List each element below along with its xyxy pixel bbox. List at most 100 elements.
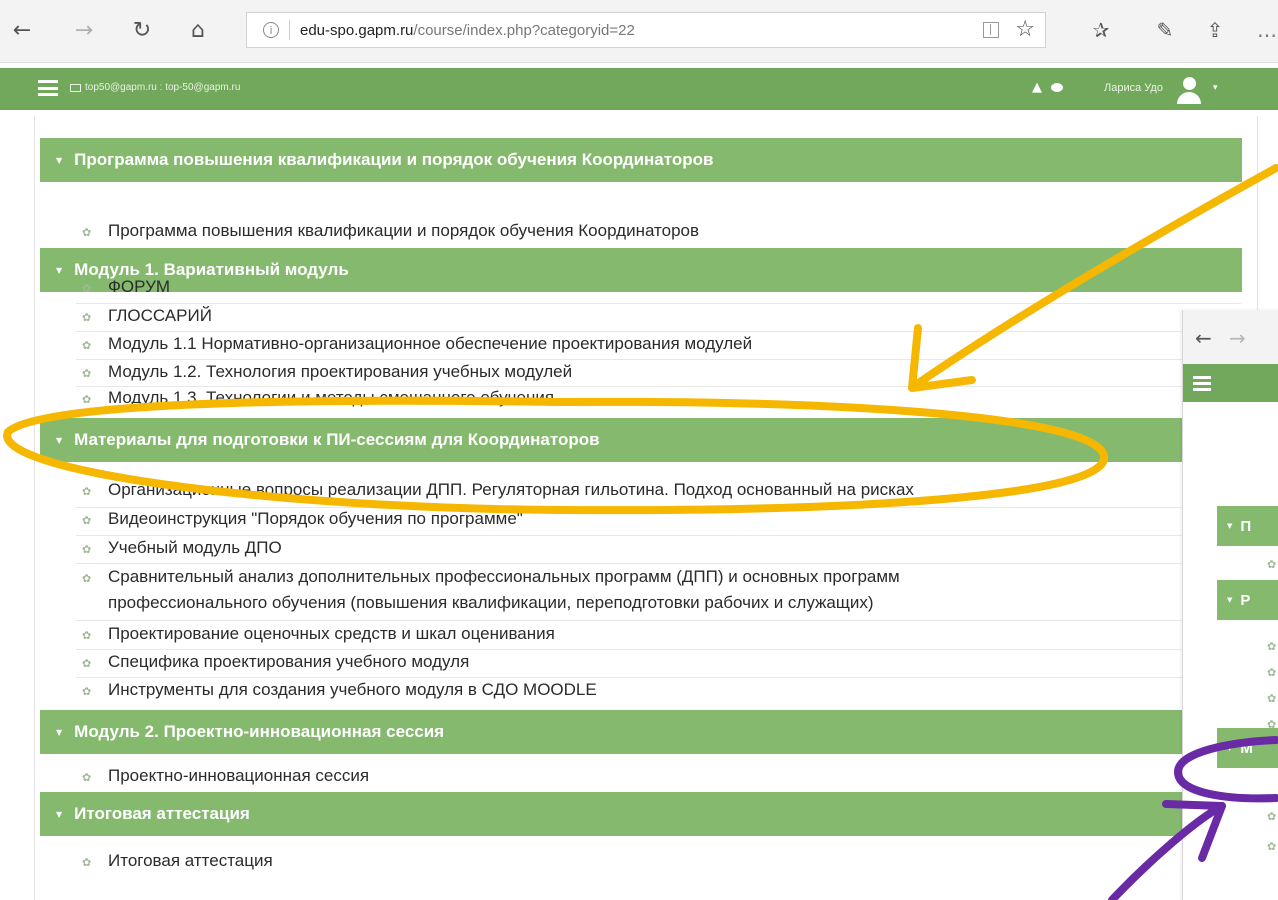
course-title: Видеоинструкция "Порядок обучения по про…: [108, 509, 523, 528]
navbar-email[interactable]: top50@gapm.ru : top-50@gapm.ru: [70, 82, 240, 93]
course-item[interactable]: ✿ Итоговая аттестация: [82, 849, 273, 875]
collapse-caret-icon: ▼: [56, 809, 63, 819]
section-title: Итоговая аттестация: [74, 804, 250, 823]
user-menu-caret-icon[interactable]: ▾: [1213, 83, 1218, 93]
collapse-caret-icon: ▼: [56, 155, 63, 165]
overlay-course-icon: ✿: [1267, 692, 1277, 705]
refresh-button[interactable]: ↻: [126, 14, 158, 46]
course-icon: ✿: [82, 771, 92, 784]
add-favorite-star-icon[interactable]: ☆: [1015, 17, 1035, 42]
collapse-caret-icon: ▼: [56, 265, 63, 275]
overlay-course-icon: ✿: [1267, 558, 1277, 571]
course-item[interactable]: ✿ ФОРУМ: [82, 275, 170, 301]
course-icon: ✿: [82, 282, 92, 295]
menu-hamburger-icon[interactable]: [38, 80, 58, 96]
overlay-section-letter: П: [1240, 517, 1252, 535]
navbar-email-text: top50@gapm.ru : top-50@gapm.ru: [85, 82, 241, 93]
course-title: Модуль 1.2. Технология проектирования уч…: [108, 362, 573, 381]
section-title: Материалы для подготовки к ПИ-сессиям дл…: [74, 430, 600, 449]
course-title: Организационные вопросы реализации ДПП. …: [108, 480, 914, 499]
course-item[interactable]: ✿ Инструменты для создания учебного модул…: [82, 678, 597, 704]
notification-bell-icon[interactable]: ▲: [1032, 80, 1042, 95]
overlay-section-letter: Р: [1240, 591, 1251, 609]
overlapping-screenshot: ← → ▼ П ✿ ▼ Р ✿ ✿ ✿ ✿ ▼ М ✿ ✿: [1182, 310, 1278, 900]
url-host: edu-spo.gapm.ru: [300, 21, 414, 39]
web-note-pen-icon[interactable]: ✎: [1150, 15, 1180, 45]
address-bar[interactable]: i edu-spo.gapm.ru/course/index.php?categ…: [246, 12, 1046, 48]
course-title: Проектирование оценочных средств и шкал …: [108, 624, 555, 643]
overlay-browser-toolbar: ← →: [1183, 310, 1278, 368]
course-item[interactable]: ✿ Специфика проектирования учебного модул…: [82, 650, 469, 676]
course-item[interactable]: ✿ Учебный модуль ДПО: [82, 536, 282, 562]
course-item[interactable]: ✿ Модуль 1.3. Технологии и методы смешанн…: [82, 386, 554, 412]
address-divider: [289, 20, 290, 40]
overlay-section-header: ▼ Р: [1217, 580, 1278, 620]
overlay-section-header: ▼ П: [1217, 506, 1278, 546]
course-icon: ✿: [82, 572, 92, 585]
back-button[interactable]: ←: [6, 14, 38, 46]
course-item[interactable]: ✿ Видеоинструкция "Порядок обучения по пр…: [82, 507, 523, 533]
overlay-section-header: ▼ М: [1217, 728, 1278, 768]
browser-toolbar: ← → ↻ ⌂ i edu-spo.gapm.ru/course/index.p…: [0, 0, 1278, 63]
course-title-continued: профессионального обучения (повышения кв…: [108, 593, 874, 612]
course-icon: ✿: [82, 339, 92, 352]
overlay-course-icon: ✿: [1267, 666, 1277, 679]
reading-view-icon[interactable]: [983, 22, 999, 38]
course-icon: ✿: [82, 657, 92, 670]
course-title: Сравнительный анализ дополнительных проф…: [108, 567, 900, 586]
course-icon: ✿: [82, 856, 92, 869]
course-item[interactable]: ✿ Программа повышения квалификации и поря…: [82, 219, 699, 245]
overlay-caret-icon: ▼: [1227, 522, 1233, 530]
course-icon: ✿: [82, 311, 92, 324]
section-header-coordinators-program[interactable]: ▼ Программа повышения квалификации и пор…: [40, 138, 1242, 182]
site-navbar: top50@gapm.ru : top-50@gapm.ru ▲ Лариса …: [0, 68, 1278, 110]
site-info-icon[interactable]: i: [263, 22, 279, 38]
refresh-icon: ↻: [132, 17, 152, 43]
course-title: Итоговая аттестация: [108, 851, 273, 870]
item-divider: [76, 563, 1242, 564]
course-title: Учебный модуль ДПО: [108, 538, 282, 557]
user-avatar[interactable]: [1174, 74, 1204, 104]
course-item[interactable]: ✿ Организационные вопросы реализации ДПП.…: [82, 478, 914, 504]
overlay-caret-icon: ▼: [1227, 744, 1233, 752]
overlay-course-icon: ✿: [1267, 640, 1277, 653]
course-icon: ✿: [82, 514, 92, 527]
collapse-caret-icon: ▼: [56, 727, 63, 737]
course-icon: ✿: [82, 629, 92, 642]
section-header-pi-session-materials[interactable]: ▼ Материалы для подготовки к ПИ-сессиям …: [40, 418, 1242, 462]
forward-button[interactable]: →: [68, 14, 100, 46]
course-item[interactable]: ✿ Проектно-инновационная сессия: [82, 764, 369, 790]
course-item[interactable]: ✿ Модуль 1.1 Нормативно-организационное о…: [82, 332, 752, 358]
messages-chat-icon[interactable]: [1051, 83, 1063, 92]
course-item[interactable]: ✿ Проектирование оценочных средств и шкал…: [82, 622, 555, 648]
section-header-module-2[interactable]: ▼ Модуль 2. Проектно-инновационная сесси…: [40, 710, 1242, 754]
overlay-navbar: [1183, 364, 1278, 402]
course-icon: ✿: [82, 226, 92, 239]
home-button[interactable]: ⌂: [182, 14, 214, 46]
course-icon: ✿: [82, 685, 92, 698]
course-title: Инструменты для создания учебного модуля…: [108, 680, 597, 699]
overlay-course-icon: ✿: [1267, 810, 1277, 823]
home-icon: ⌂: [191, 17, 205, 43]
section-title: Программа повышения квалификации и поряд…: [74, 150, 714, 169]
course-icon: ✿: [82, 393, 92, 406]
course-title: Проектно-инновационная сессия: [108, 766, 370, 785]
section-header-module-1[interactable]: ▼ Модуль 1. Вариативный модуль: [40, 248, 1242, 292]
course-item[interactable]: ✿ Сравнительный анализ дополнительных про…: [82, 565, 1162, 615]
course-title: Модуль 1.3. Технологии и методы смешанно…: [108, 388, 555, 407]
overlay-section-letter: М: [1240, 739, 1253, 757]
more-menu-icon[interactable]: …: [1252, 15, 1278, 45]
item-divider: [76, 620, 1242, 621]
url-path: /course/index.php?categoryid=22: [413, 21, 635, 39]
favorites-icon[interactable]: ✰: [1086, 15, 1116, 45]
course-icon: ✿: [82, 367, 92, 380]
item-divider: [76, 303, 1242, 304]
course-title: ФОРУМ: [108, 277, 171, 296]
collapse-caret-icon: ▼: [56, 435, 63, 445]
section-header-final-attestation[interactable]: ▼ Итоговая аттестация: [40, 792, 1242, 836]
mail-icon: [70, 83, 81, 92]
course-item[interactable]: ✿ ГЛОССАРИЙ: [82, 304, 212, 330]
share-icon[interactable]: ⇪: [1200, 15, 1230, 45]
user-name[interactable]: Лариса Удо: [1104, 82, 1163, 94]
course-item[interactable]: ✿ Модуль 1.2. Технология проектирования у…: [82, 360, 572, 386]
